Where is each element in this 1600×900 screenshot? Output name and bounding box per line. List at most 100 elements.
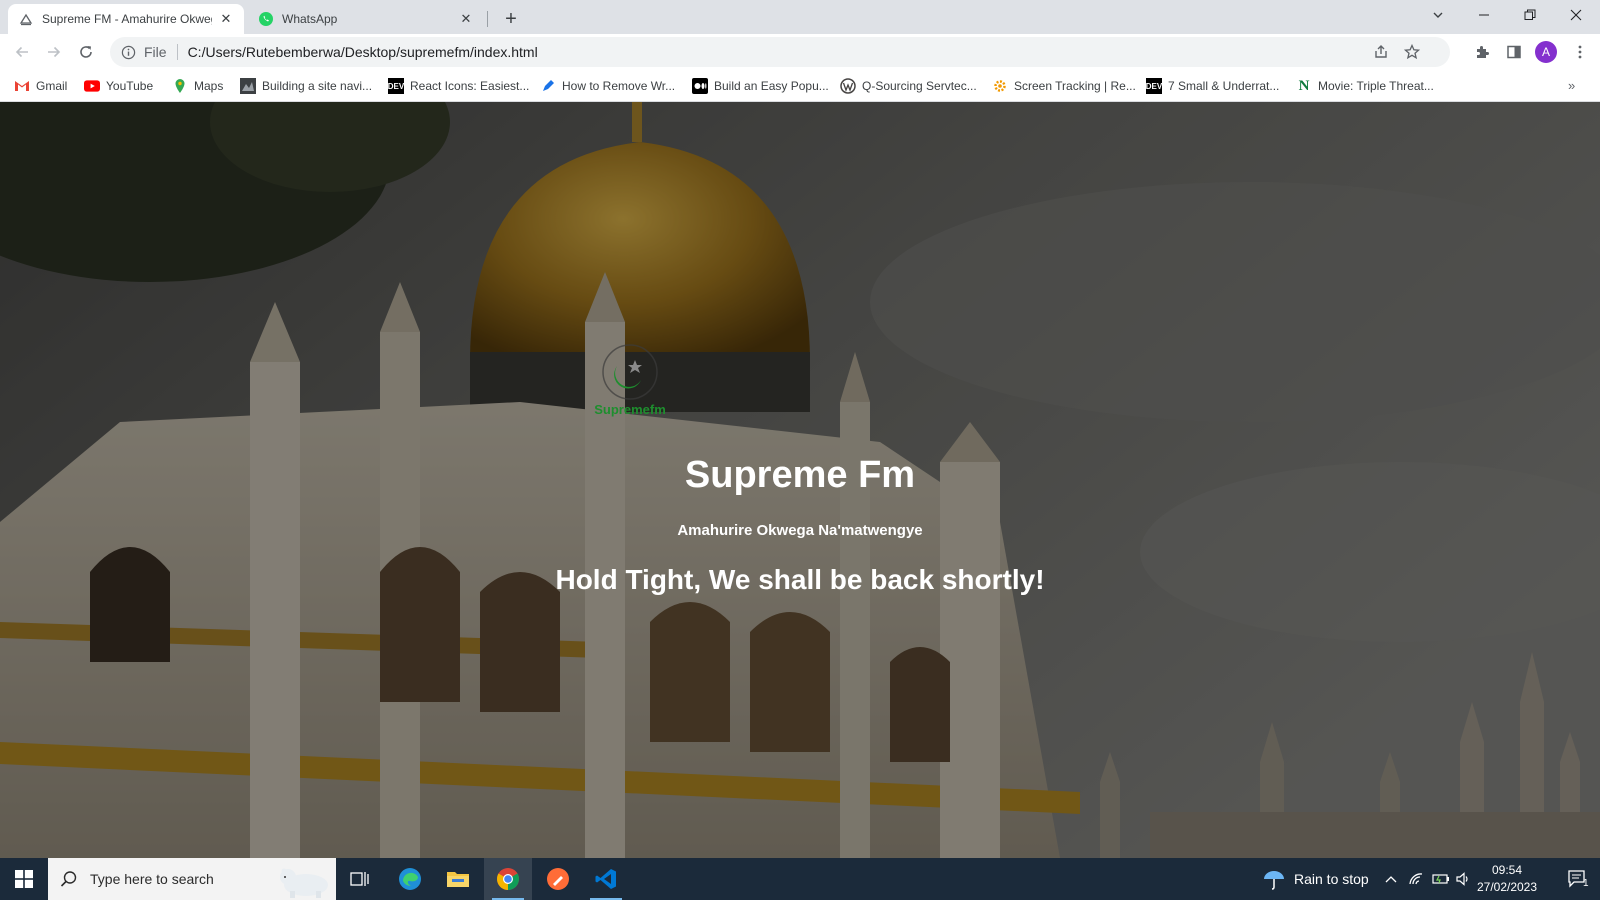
folder-icon	[447, 872, 469, 887]
page-viewport: Supremefm Supreme Fm Amahurire Okwega Na…	[0, 102, 1600, 858]
new-tab-button[interactable]: +	[499, 7, 523, 31]
close-window-button[interactable]	[1553, 0, 1599, 30]
share-icon[interactable]	[1372, 43, 1390, 61]
tab-supreme-fm[interactable]: Supreme FM - Amahurire Okwega Na'matweng…	[8, 4, 244, 34]
gmail-icon	[14, 78, 30, 94]
page-favicon-icon	[18, 11, 34, 27]
wordpress-icon	[840, 78, 856, 94]
bookmarks-bar: Gmail YouTube Maps Building a site navi.…	[0, 70, 1600, 102]
edge-taskbar-button[interactable]	[386, 858, 434, 900]
profile-avatar[interactable]: A	[1535, 41, 1557, 63]
minimize-button[interactable]	[1461, 0, 1507, 30]
bookmark-gmail[interactable]: Gmail	[14, 76, 67, 96]
maintenance-message: Hold Tight, We shall be back shortly!	[555, 564, 1045, 595]
bookmark-label: React Icons: Easiest...	[410, 79, 530, 93]
vscode-icon	[595, 869, 616, 889]
volume-status[interactable]	[1456, 858, 1470, 900]
n-icon: N	[1298, 77, 1310, 94]
bookmark-label: Q-Sourcing Servtec...	[862, 79, 977, 93]
bookmark-label: Screen Tracking | Re...	[1014, 79, 1136, 93]
bookmark-maps[interactable]: Maps	[172, 76, 223, 96]
reload-button[interactable]	[72, 38, 100, 66]
bookmark-label: Movie: Triple Threat...	[1318, 79, 1434, 93]
youtube-icon	[84, 78, 100, 94]
extensions-button[interactable]	[1468, 38, 1496, 66]
tab-search-button[interactable]	[1415, 0, 1461, 30]
tab-title: Supreme FM - Amahurire Okwega Na'matweng…	[42, 12, 212, 26]
weather-widget[interactable]: Rain to stop	[1262, 858, 1369, 900]
logo-text: Supremefm	[594, 402, 666, 417]
restore-button[interactable]	[1507, 0, 1553, 30]
bookmark-screen-tracking[interactable]: Screen Tracking | Re...	[992, 76, 1136, 96]
bookmark-movie-triple-threat[interactable]: N Movie: Triple Threat...	[1296, 76, 1434, 96]
dev-icon: DEV	[388, 78, 404, 94]
clock-date: 27/02/2023	[1476, 880, 1538, 894]
speaker-icon	[1456, 872, 1468, 886]
wifi-icon	[1409, 873, 1423, 885]
bookmark-label: Gmail	[36, 79, 68, 93]
bookmark-q-sourcing[interactable]: Q-Sourcing Servtec...	[840, 76, 977, 96]
edge-icon	[399, 868, 421, 890]
bookmark-7-small[interactable]: DEV 7 Small & Underrat...	[1146, 76, 1279, 96]
dev-icon: DEV	[1146, 78, 1162, 94]
page-title: Supreme Fm	[684, 454, 916, 496]
tab-close-icon[interactable]: ✕	[218, 11, 234, 27]
task-view-button[interactable]	[336, 858, 384, 900]
tab-title: WhatsApp	[282, 12, 338, 26]
taskbar-search-box[interactable]: Type here to search	[48, 858, 336, 900]
bookmark-label: Building a site navi...	[262, 79, 373, 93]
polar-bear-icon	[280, 868, 328, 898]
notification-center-button[interactable]: 1	[1556, 858, 1600, 900]
site-info-icon[interactable]	[120, 44, 136, 60]
bookmark-react-icons[interactable]: DEV React Icons: Easiest...	[388, 76, 529, 96]
supremefm-logo-icon	[602, 344, 658, 400]
menu-kebab-icon[interactable]	[1566, 38, 1594, 66]
whatsapp-icon	[258, 11, 274, 27]
side-panel-button[interactable]	[1500, 38, 1528, 66]
chrome-taskbar-button[interactable]	[484, 858, 532, 900]
bookmark-label: YouTube	[106, 79, 154, 93]
browser-toolbar: File C:/Users/Rutebemberwa/Desktop/supre…	[0, 34, 1600, 70]
medium-icon	[692, 78, 708, 94]
bookmark-label: How to Remove Wr...	[562, 79, 676, 93]
system-clock[interactable]: 09:54 27/02/2023	[1472, 862, 1542, 896]
battery-status[interactable]	[1432, 858, 1450, 900]
bookmark-label: Maps	[194, 79, 224, 93]
chrome-icon	[497, 868, 519, 890]
search-placeholder: Type here to search	[90, 871, 214, 887]
tab-separator	[487, 11, 488, 27]
tab-whatsapp[interactable]: WhatsApp ✕	[248, 4, 484, 34]
bookmark-label: 7 Small & Underrat...	[1168, 79, 1280, 93]
forward-button[interactable]	[40, 38, 68, 66]
postman-icon	[547, 868, 569, 890]
bookmark-how-to-remove[interactable]: How to Remove Wr...	[540, 76, 675, 96]
bookmark-build-popup[interactable]: Build an Easy Popu...	[692, 76, 829, 96]
more-bookmarks-chevron-icon[interactable]: »	[1568, 78, 1575, 93]
windows-icon	[15, 870, 33, 888]
search-icon	[60, 871, 77, 887]
rain-umbrella-icon	[1264, 871, 1284, 890]
address-bar[interactable]: File C:/Users/Rutebemberwa/Desktop/supre…	[110, 37, 1450, 67]
pen-icon	[540, 78, 556, 94]
bookmark-site-navigation[interactable]: Building a site navi...	[240, 76, 372, 96]
bookmark-star-icon[interactable]	[1403, 43, 1421, 61]
url-text[interactable]: C:/Users/Rutebemberwa/Desktop/supremefm/…	[188, 44, 538, 60]
vscode-taskbar-button[interactable]	[582, 858, 630, 900]
battery-icon	[1432, 874, 1449, 884]
back-button[interactable]	[8, 38, 36, 66]
chevron-up-icon	[1385, 876, 1397, 883]
show-hidden-icons-button[interactable]	[1384, 858, 1398, 900]
maps-icon	[172, 78, 188, 94]
bookmark-youtube[interactable]: YouTube	[84, 76, 153, 96]
postman-taskbar-button[interactable]	[534, 858, 582, 900]
omnibox-divider	[176, 44, 178, 60]
site-icon	[240, 78, 256, 94]
notification-count: 1	[1583, 878, 1589, 889]
weather-text: Rain to stop	[1294, 871, 1369, 887]
start-button[interactable]	[0, 858, 48, 900]
network-status[interactable]	[1408, 858, 1426, 900]
bookmark-label: Build an Easy Popu...	[714, 79, 829, 93]
tab-close-icon[interactable]: ✕	[458, 11, 474, 27]
file-explorer-taskbar-button[interactable]	[434, 858, 482, 900]
clock-time: 09:54	[1491, 863, 1523, 877]
